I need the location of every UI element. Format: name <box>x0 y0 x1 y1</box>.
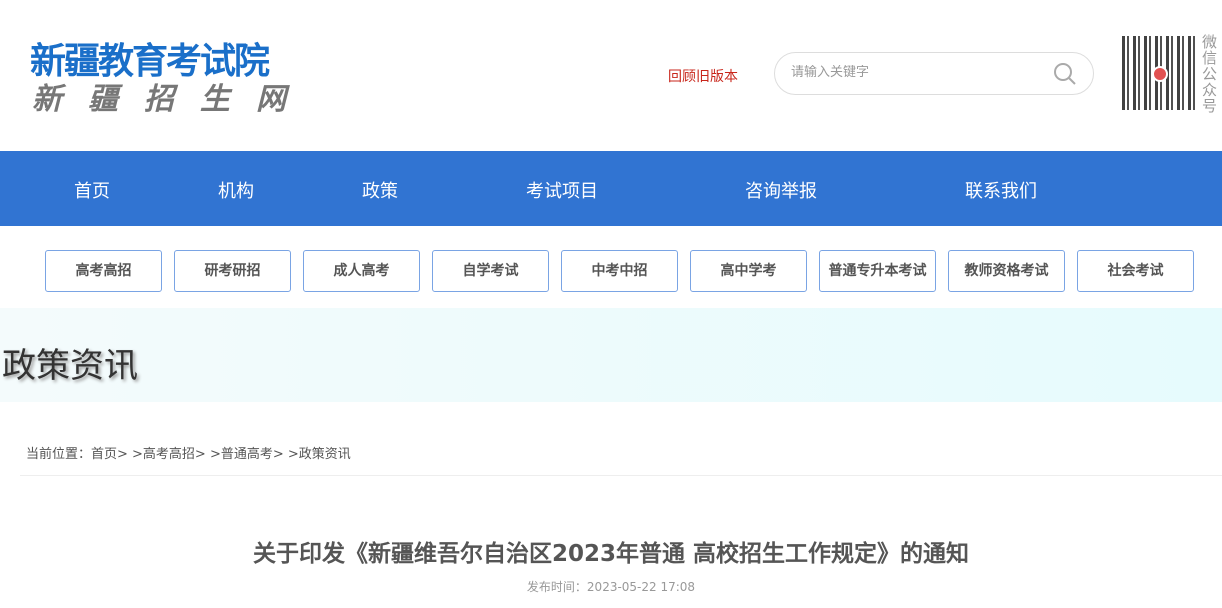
category-buttons: 高考高招 研考研招 成人高考 自学考试 中考中招 高中学考 普通专升本考试 教师… <box>45 250 1194 292</box>
nav-exam-items[interactable]: 考试项目 <box>526 177 598 203</box>
category-button[interactable]: 社会考试 <box>1077 250 1194 292</box>
publish-date: 发布时间：2023-05-22 17:08 <box>526 580 696 594</box>
wechat-qr-code <box>1120 34 1198 112</box>
divider <box>20 475 1222 476</box>
category-button[interactable]: 研考研招 <box>174 250 291 292</box>
category-button[interactable]: 成人高考 <box>303 250 420 292</box>
category-button[interactable]: 中考中招 <box>561 250 678 292</box>
section-title: 政策资讯 <box>2 346 138 386</box>
search-input[interactable] <box>791 65 1041 80</box>
section-banner: 政策资讯 <box>0 308 1222 402</box>
nav-contact[interactable]: 联系我们 <box>965 177 1037 203</box>
category-button[interactable]: 高中学考 <box>690 250 807 292</box>
nav-consult-report[interactable]: 咨询举报 <box>745 177 817 203</box>
logo-subtitle: 新疆招生网 <box>32 82 312 117</box>
qr-label: 微信公众号 <box>1202 33 1218 115</box>
old-version-link[interactable]: 回顾旧版本 <box>668 66 738 86</box>
search-box <box>774 52 1094 95</box>
nav-organization[interactable]: 机构 <box>218 177 254 203</box>
article-title: 关于印发《新疆维吾尔自治区2023年普通 高校招生工作规定》的通知 <box>252 541 970 567</box>
nav-policy[interactable]: 政策 <box>362 177 398 203</box>
category-button[interactable]: 普通专升本考试 <box>819 250 936 292</box>
category-button[interactable]: 高考高招 <box>45 250 162 292</box>
main-nav: 首页 机构 政策 考试项目 咨询举报 联系我们 <box>0 151 1222 226</box>
nav-home[interactable]: 首页 <box>74 177 110 203</box>
search-icon[interactable] <box>1053 62 1077 86</box>
category-button[interactable]: 教师资格考试 <box>948 250 1065 292</box>
breadcrumb[interactable]: 当前位置：首页> >高考高招> >普通高考> >政策资讯 <box>26 443 351 462</box>
category-button[interactable]: 自学考试 <box>432 250 549 292</box>
